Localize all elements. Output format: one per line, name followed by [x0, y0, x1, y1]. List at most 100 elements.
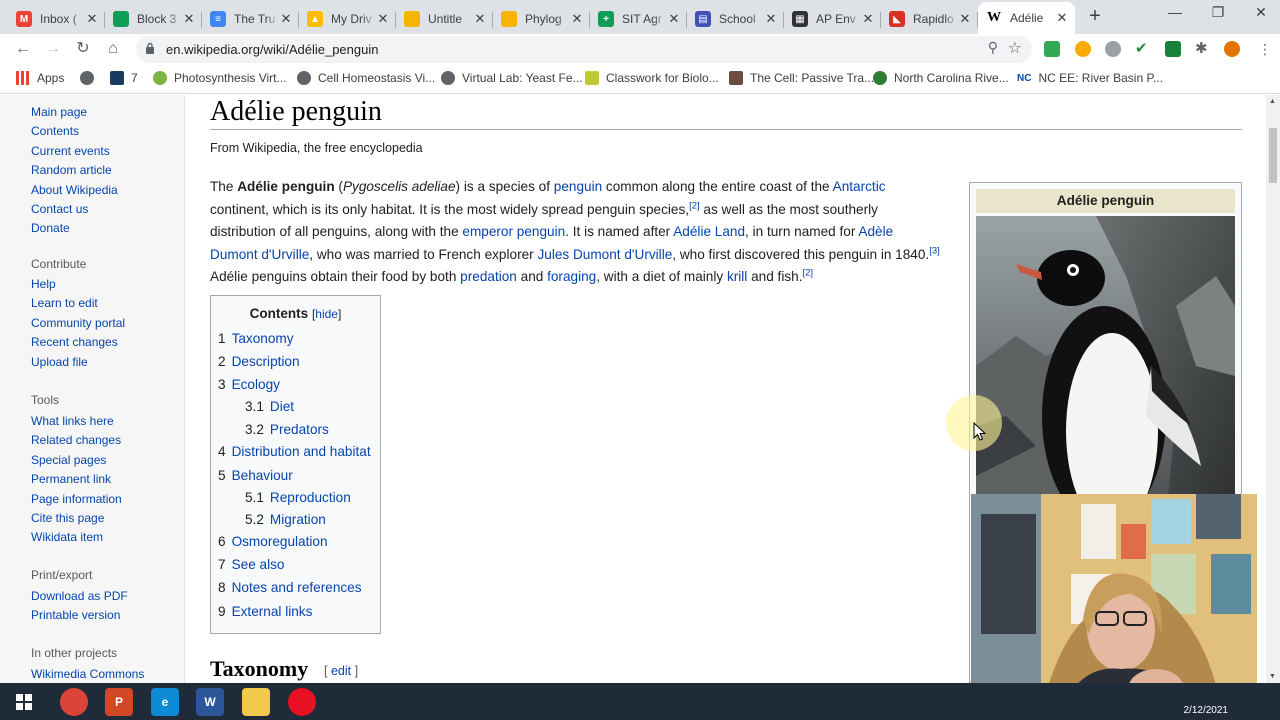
bookmark-item[interactable]: Virtual Lab: Yeast Fe...	[441, 71, 583, 85]
link-emperor-penguin[interactable]: emperor penguin	[462, 224, 565, 239]
browser-tab[interactable]: ▲ My Driv ✕	[299, 4, 396, 34]
sidebar-link[interactable]: Download as PDF	[31, 589, 128, 608]
maximize-button[interactable]: ❐	[1203, 4, 1233, 21]
zoom-icon[interactable]: ⚲	[988, 39, 998, 56]
windows-start-icon[interactable]	[16, 694, 32, 710]
toc-item[interactable]: 6 Osmoregulation	[218, 534, 328, 549]
sidebar-link[interactable]: Related changes	[31, 433, 122, 452]
lock-icon[interactable]	[145, 42, 155, 55]
bookmark-item[interactable]: Cell Homeostasis Vi...	[297, 71, 435, 85]
edge-icon[interactable]: e	[151, 688, 179, 716]
sidebar-link[interactable]: Learn to edit	[31, 296, 125, 315]
penguin-photo[interactable]	[976, 216, 1235, 516]
link-krill[interactable]: krill	[727, 269, 747, 284]
sidebar-link[interactable]: Donate	[31, 221, 118, 240]
close-tab-icon[interactable]: ✕	[376, 11, 390, 27]
chrome-icon[interactable]	[60, 688, 88, 716]
bookmark-star-icon[interactable]: ☆	[1008, 38, 1022, 58]
edit-link[interactable]: edit	[331, 664, 351, 678]
browser-tab[interactable]: Phylog ✕	[493, 4, 590, 34]
close-tab-icon[interactable]: ✕	[861, 11, 875, 27]
extensions-puzzle-icon[interactable]: ✱	[1195, 41, 1211, 57]
back-button[interactable]: ←	[12, 38, 34, 60]
extension-icon[interactable]	[1105, 41, 1121, 57]
link-jules-dumont[interactable]: Jules Dumont d'Urville	[537, 247, 672, 262]
toc-item[interactable]: 5.1 Reproduction	[245, 490, 351, 505]
bookmark-item[interactable]: 7	[110, 71, 138, 85]
close-tab-icon[interactable]: ✕	[1055, 10, 1069, 26]
sidebar-link[interactable]: Permanent link	[31, 472, 122, 491]
sidebar-link[interactable]: Cite this page	[31, 511, 122, 530]
menu-kebab-icon[interactable]: ⋮	[1254, 38, 1276, 60]
sidebar-link[interactable]: Page information	[31, 492, 122, 511]
bookmark-apps[interactable]: Apps	[16, 71, 64, 85]
toc-item[interactable]: 3.1 Diet	[245, 399, 294, 414]
close-tab-icon[interactable]: ✕	[85, 11, 99, 27]
toc-item[interactable]: 5 Behaviour	[218, 468, 293, 483]
browser-tab[interactable]: ≡ The Tru ✕	[202, 4, 299, 34]
home-button[interactable]: ⌂	[102, 38, 124, 60]
browser-tab[interactable]: M Inbox (✕	[8, 4, 105, 34]
toc-item[interactable]: 2 Description	[218, 354, 300, 369]
extension-icon[interactable]	[1044, 41, 1060, 57]
browser-tab[interactable]: Block 3 ✕	[105, 4, 202, 34]
toc-item[interactable]: 8 Notes and references	[218, 580, 362, 595]
toc-item[interactable]: 5.2 Migration	[245, 512, 326, 527]
toc-item[interactable]: 9 External links	[218, 604, 312, 619]
sidebar-link[interactable]: Contents	[31, 124, 118, 143]
browser-tab[interactable]: ▦ AP Env ✕	[784, 4, 881, 34]
bookmark-item[interactable]: North Carolina Rive...	[873, 71, 1009, 85]
link-predation[interactable]: predation	[460, 269, 517, 284]
citation-link[interactable]: [3]	[929, 245, 940, 256]
scroll-down-icon[interactable]: ▼	[1269, 673, 1276, 680]
citation-link[interactable]: [2]	[803, 267, 814, 278]
browser-tab[interactable]: + SIT Agr ✕	[590, 4, 687, 34]
bookmark-item[interactable]: NC NC EE: River Basin P...	[1017, 71, 1163, 85]
sidebar-link[interactable]: Main page	[31, 105, 118, 124]
sidebar-link[interactable]: Current events	[31, 144, 118, 163]
toc-item[interactable]: 3 Ecology	[218, 377, 280, 392]
page-scrollbar[interactable]: ▲ ▼	[1266, 95, 1280, 683]
sidebar-link[interactable]: Community portal	[31, 316, 125, 335]
reload-button[interactable]: ↻	[72, 38, 94, 60]
toc-item[interactable]: 7 See also	[218, 557, 284, 572]
close-tab-icon[interactable]: ✕	[958, 11, 972, 27]
browser-tab[interactable]: Untitle ✕	[396, 4, 493, 34]
sidebar-link[interactable]: Wikimedia Commons	[31, 667, 144, 683]
extension-icon[interactable]	[1075, 41, 1091, 57]
file-explorer-icon[interactable]	[242, 688, 270, 716]
check-extension-icon[interactable]: ✔	[1135, 41, 1151, 57]
close-tab-icon[interactable]: ✕	[182, 11, 196, 27]
toc-item[interactable]: 1 Taxonomy	[218, 331, 294, 346]
browser-tab[interactable]: ▤ School ✕	[687, 4, 784, 34]
close-tab-icon[interactable]: ✕	[667, 11, 681, 27]
section-edit-link[interactable]: [ edit ]	[324, 664, 358, 678]
sidebar-link[interactable]: Recent changes	[31, 335, 125, 354]
forward-button[interactable]: →	[42, 38, 64, 60]
sidebar-link[interactable]: Wikidata item	[31, 530, 122, 549]
link-penguin[interactable]: penguin	[554, 179, 602, 194]
sidebar-link[interactable]: Printable version	[31, 608, 128, 627]
record-icon[interactable]	[288, 688, 316, 716]
sheets-extension-icon[interactable]	[1165, 41, 1181, 57]
toc-item[interactable]: 3.2 Predators	[245, 422, 329, 437]
close-tab-icon[interactable]: ✕	[473, 11, 487, 27]
profile-avatar[interactable]	[1224, 41, 1240, 57]
link-antarctic[interactable]: Antarctic	[833, 179, 886, 194]
sidebar-link[interactable]: What links here	[31, 414, 122, 433]
close-tab-icon[interactable]: ✕	[279, 11, 293, 27]
url-text[interactable]: en.wikipedia.org/wiki/Adélie_penguin	[166, 42, 378, 57]
link-foraging[interactable]: foraging	[547, 269, 596, 284]
bookmark-item[interactable]: The Cell: Passive Tra...	[729, 71, 874, 85]
toc-hide-link[interactable]: hide	[315, 307, 338, 321]
word-icon[interactable]: W	[196, 688, 224, 716]
sidebar-link[interactable]: Random article	[31, 163, 118, 182]
sidebar-link[interactable]: Help	[31, 277, 125, 296]
new-tab-button[interactable]: +	[1084, 5, 1106, 28]
sidebar-link[interactable]: Contact us	[31, 202, 118, 221]
browser-tab[interactable]: ◣ Rapidlo ✕	[881, 4, 978, 34]
close-tab-icon[interactable]: ✕	[570, 11, 584, 27]
toc-item[interactable]: 4 Distribution and habitat	[218, 444, 371, 459]
bookmark-item[interactable]: Photosynthesis Virt...	[153, 71, 287, 85]
minimize-button[interactable]: —	[1160, 4, 1190, 20]
